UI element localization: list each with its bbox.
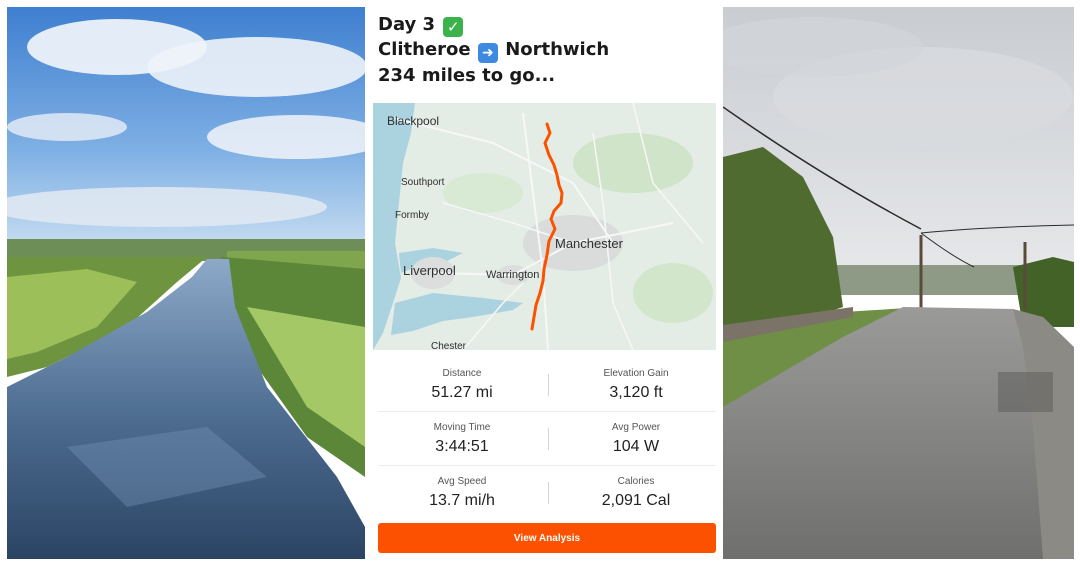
view-analysis-button[interactable]: View Analysis (378, 523, 716, 553)
river-photo (7, 7, 365, 559)
route-from: Clitheroe (378, 39, 471, 60)
stat-value: 13.7 mi/h (429, 492, 495, 509)
stat-value: 3,120 ft (609, 384, 663, 401)
right-arrow-icon: ➜ (477, 43, 498, 63)
stat-label: Calories (617, 476, 655, 487)
map-label-formby: Formby (395, 210, 429, 221)
stat-calories: Calories 2,091 Cal (550, 476, 722, 510)
activity-card: Day 3 ✓ Clitheroe ➜ Northwich 234 miles … (372, 7, 717, 559)
route-to: Northwich (505, 39, 610, 60)
row-divider (378, 465, 716, 466)
stat-value: 3:44:51 (435, 438, 489, 455)
map-label-warrington: Warrington (486, 269, 540, 281)
stat-label: Avg Speed (437, 476, 487, 487)
check-mark-icon: ✓ (443, 17, 464, 37)
row-divider (378, 411, 716, 412)
stat-label: Distance (442, 368, 482, 379)
map-label-southport: Southport (401, 177, 445, 188)
stat-label: Avg Power (611, 422, 661, 433)
stat-distance: Distance 51.27 mi (376, 368, 548, 402)
map-label-manchester: Manchester (555, 236, 623, 251)
map-label-liverpool: Liverpool (403, 263, 456, 278)
country-lane-photo (723, 7, 1074, 559)
remaining-distance: 234 miles to go... (378, 65, 556, 86)
map-label-chester: Chester (431, 341, 467, 350)
stat-value: 104 W (612, 438, 660, 455)
column-divider (548, 482, 549, 504)
day-title: Day 3 ✓ (378, 14, 464, 37)
map-label-blackpool: Blackpool (387, 114, 440, 128)
day-label: Day 3 (378, 14, 436, 35)
stat-avg-power: Avg Power 104 W (550, 422, 722, 456)
stat-value: 51.27 mi (431, 384, 493, 401)
column-divider (548, 428, 549, 450)
route-title: Clitheroe ➜ Northwich (378, 39, 609, 63)
route-map[interactable]: Blackpool Southport Formby Manchester Li… (373, 103, 716, 350)
stat-elevation-gain: Elevation Gain 3,120 ft (550, 368, 722, 402)
stat-value: 2,091 Cal (601, 492, 671, 509)
stat-moving-time: Moving Time 3:44:51 (376, 422, 548, 456)
column-divider (548, 374, 549, 396)
stat-label: Elevation Gain (603, 368, 669, 379)
stat-avg-speed: Avg Speed 13.7 mi/h (376, 476, 548, 510)
stat-label: Moving Time (433, 422, 491, 433)
